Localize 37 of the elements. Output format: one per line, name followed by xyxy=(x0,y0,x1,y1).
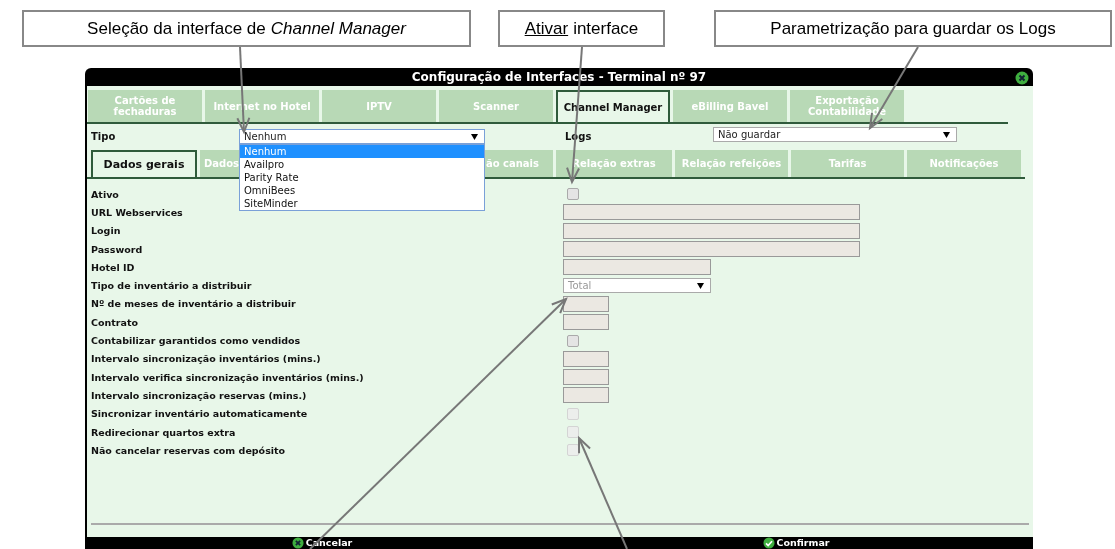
callout-label: Parametrização para guardar os Logs xyxy=(714,10,1112,47)
field-label: Contabilizar garantidos como vendidos xyxy=(91,335,301,346)
logs-dropdown[interactable]: Não guardar xyxy=(713,127,957,142)
field-label: Contrato xyxy=(91,316,138,328)
dropdown-option[interactable]: Parity Rate xyxy=(240,171,484,184)
field-label: Intervalo verifica sincronização inventários (mins.) xyxy=(91,371,364,383)
field-label: Hotel ID xyxy=(91,261,135,273)
field-label: Sincronizar inventário automaticamente xyxy=(91,408,308,420)
field-label: Login xyxy=(91,225,121,237)
field-label: Nº de meses de inventário a distribuir xyxy=(91,298,296,310)
field-label: Tipo xyxy=(91,131,116,142)
window-title: Configuração de Interfaces - Terminal nº 97 xyxy=(411,70,707,84)
tab[interactable]: Dados gerais xyxy=(91,150,197,177)
dropdown-option[interactable]: SiteMinder xyxy=(240,197,484,210)
callout-label: Ativar interface xyxy=(498,10,665,47)
dropdown-option[interactable]: Nenhum xyxy=(240,145,484,158)
checkbox[interactable] xyxy=(567,334,579,347)
close-icon[interactable] xyxy=(1015,71,1029,85)
field-label: Intervalo sincronização inventários (mins.) xyxy=(91,353,321,365)
dropdown-option[interactable]: OmniBees xyxy=(240,184,484,197)
field-label: Não cancelar reservas com depósito xyxy=(91,444,286,456)
cancel-icon xyxy=(291,537,304,549)
field-label: URL Webservices xyxy=(91,206,183,218)
field-label: Ativo xyxy=(91,188,119,200)
field-label: Intervalo sincronização reservas (mins.) xyxy=(91,389,307,401)
type-dropdown[interactable]: Nenhum xyxy=(239,129,485,144)
check-icon xyxy=(762,537,775,549)
dropdown[interactable]: Total xyxy=(563,278,711,294)
field-label: Password xyxy=(91,243,143,255)
caret-icon xyxy=(471,133,478,140)
checkbox[interactable] xyxy=(567,188,579,201)
dropdown-option[interactable]: Availpro xyxy=(240,158,484,171)
field-label: Redirecionar quartos extra xyxy=(91,426,236,438)
field-label: Tipo de inventário a distribuir xyxy=(91,280,252,292)
callout-label: Seleção da interface de Channel Manager xyxy=(22,10,471,47)
caret-icon xyxy=(943,131,950,138)
caret-icon xyxy=(697,282,704,289)
